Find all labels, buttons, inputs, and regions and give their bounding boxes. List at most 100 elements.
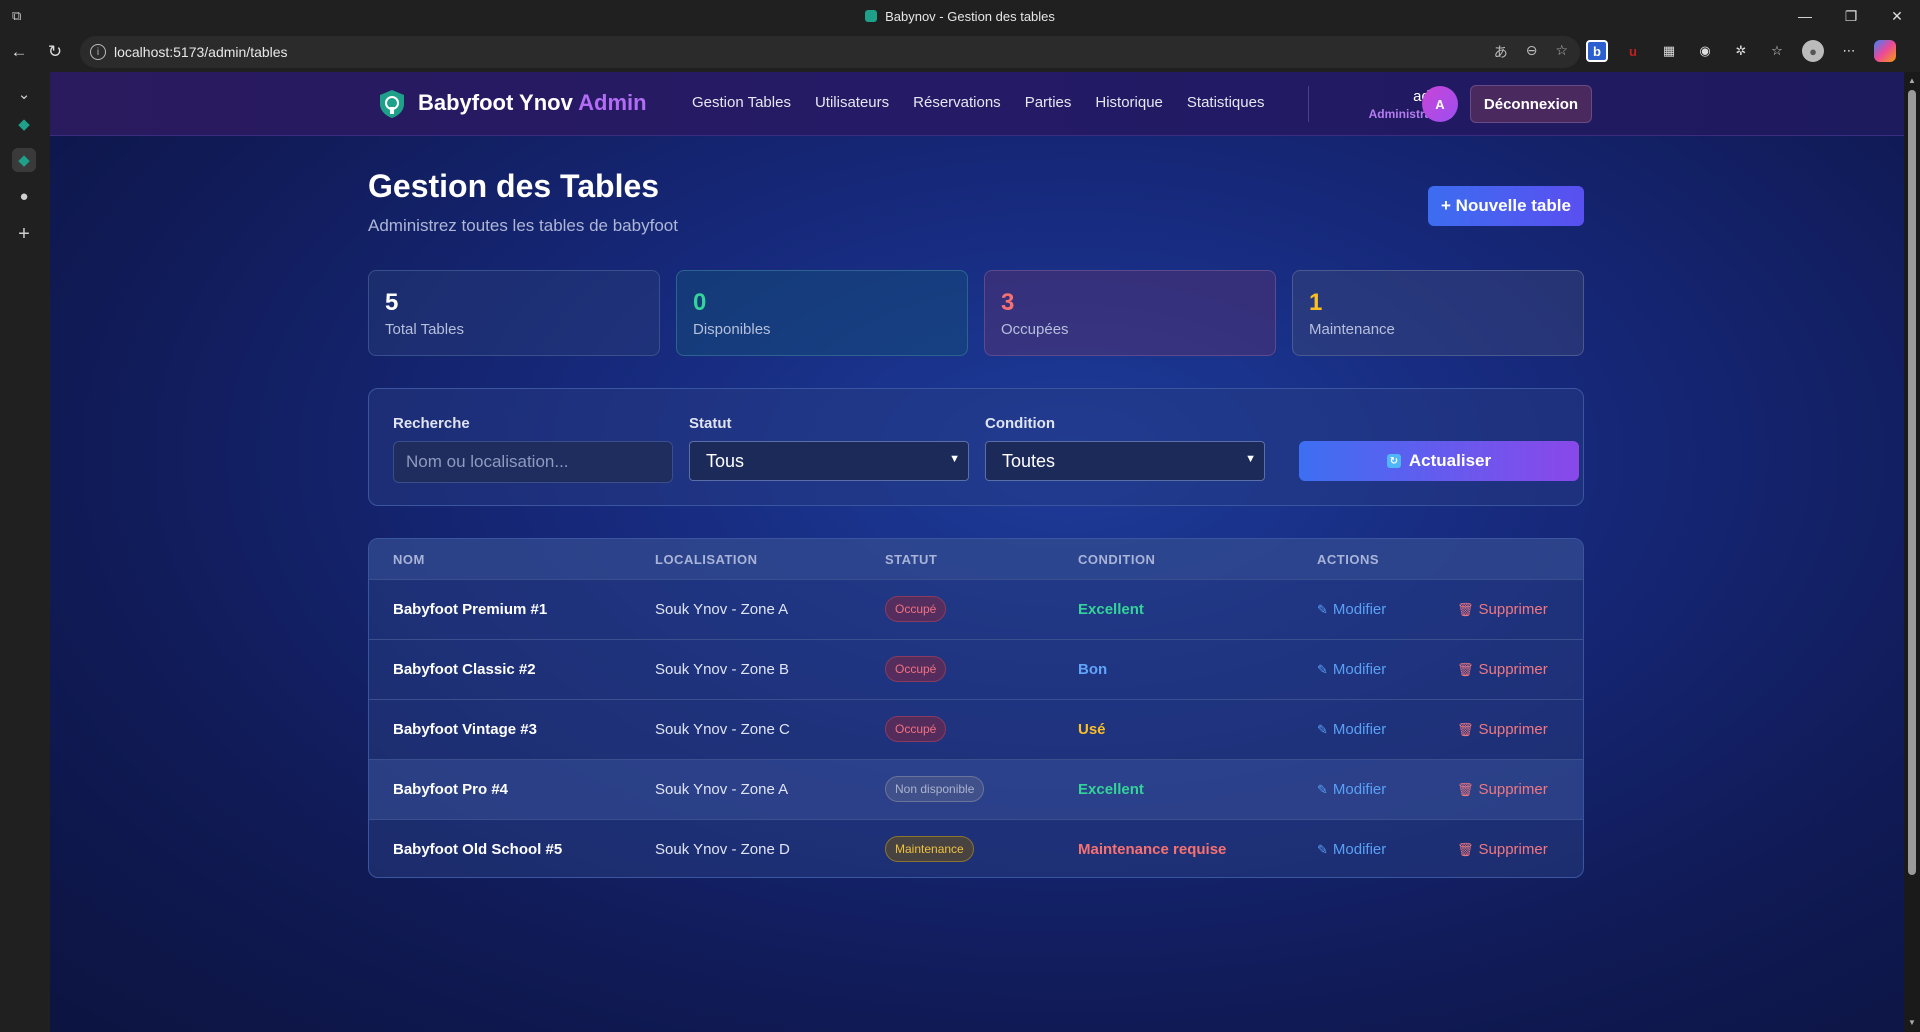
table-row[interactable]: Babyfoot Old School #5 Souk Ynov - Zone … [369, 819, 1583, 877]
browser-sidebar: ⌄ ◆ ◆ ● + [0, 72, 50, 1032]
tables-table: NOM LOCALISATION STATUT CONDITION ACTION… [368, 538, 1584, 878]
delete-label: Supprimer [1478, 601, 1548, 618]
brand-accent-text: Admin [578, 90, 647, 115]
extension-icon[interactable]: ▦ [1658, 40, 1680, 62]
nav-parties[interactable]: Parties [1025, 94, 1072, 111]
nav-statistiques[interactable]: Statistiques [1187, 94, 1265, 111]
stat-value: 0 [693, 289, 707, 316]
delete-button[interactable]: 🗑 Supprimer [1457, 781, 1548, 798]
delete-label: Supprimer [1478, 661, 1548, 678]
tab-favicon-icon [865, 10, 878, 22]
edit-button[interactable]: ✎ Modifier [1317, 721, 1386, 738]
page-scrollbar[interactable]: ▲ ▼ [1904, 72, 1920, 1032]
scrollbar-thumb[interactable] [1908, 90, 1916, 875]
edit-button[interactable]: ✎ Modifier [1317, 841, 1386, 858]
nav-gestion-tables[interactable]: Gestion Tables [692, 94, 791, 111]
copilot-icon[interactable] [1874, 40, 1896, 62]
stat-card-available: 0 Disponibles [676, 270, 968, 356]
pencil-icon: ✎ [1317, 841, 1328, 857]
nav-reservations[interactable]: Réservations [913, 94, 1001, 111]
back-icon[interactable]: ← [8, 41, 30, 63]
edit-button[interactable]: ✎ Modifier [1317, 601, 1386, 618]
cell-condition: Maintenance requise [1078, 841, 1227, 858]
new-table-button[interactable]: + Nouvelle table [1428, 186, 1584, 226]
reload-icon[interactable]: ↻ [44, 41, 66, 63]
status-select[interactable]: Tous ▼ [689, 441, 969, 481]
favorite-star-icon[interactable]: ☆ [1555, 42, 1568, 62]
app-tab-icon[interactable]: ◆ [12, 112, 36, 136]
pencil-icon: ✎ [1317, 601, 1328, 617]
cell-name: Babyfoot Premium #1 [393, 601, 548, 618]
delete-button[interactable]: 🗑 Supprimer [1457, 721, 1548, 738]
address-bar[interactable]: i localhost:5173/admin/tables あ ⊖ ☆ [80, 36, 1580, 68]
cell-location: Souk Ynov - Zone C [655, 721, 790, 738]
avatar[interactable]: A [1422, 86, 1458, 122]
close-icon[interactable]: ✕ [1874, 0, 1920, 32]
bitwarden-icon[interactable]: b [1586, 40, 1608, 62]
table-row[interactable]: Babyfoot Classic #2 Souk Ynov - Zone B O… [369, 639, 1583, 699]
col-header-nom: NOM [393, 552, 425, 567]
delete-label: Supprimer [1478, 721, 1548, 738]
minimize-icon[interactable]: — [1782, 0, 1828, 32]
stat-label: Disponibles [693, 321, 771, 338]
more-icon[interactable]: ⋯ [1838, 40, 1860, 62]
active-tab-icon[interactable]: ◆ [12, 148, 36, 172]
pencil-icon: ✎ [1317, 721, 1328, 737]
reader-icon[interactable]: ⊖ [1526, 42, 1538, 62]
table-header: NOM LOCALISATION STATUT CONDITION ACTION… [369, 539, 1583, 579]
collections-icon[interactable]: ☆ [1766, 40, 1788, 62]
delete-button[interactable]: 🗑 Supprimer [1457, 841, 1548, 858]
window-title: Babynov - Gestion des tables [0, 0, 1920, 32]
logout-button[interactable]: Déconnexion [1470, 85, 1592, 123]
url-text: localhost:5173/admin/tables [114, 44, 288, 60]
refresh-button-label: Actualiser [1408, 451, 1492, 470]
restore-icon[interactable]: ❐ [1828, 0, 1874, 32]
new-tab-plus-icon[interactable]: + [12, 222, 36, 246]
nav-utilisateurs[interactable]: Utilisateurs [815, 94, 889, 111]
site-info-icon[interactable]: i [90, 44, 106, 60]
scroll-up-icon[interactable]: ▲ [1907, 76, 1917, 86]
edit-label: Modifier [1332, 661, 1387, 678]
table-row[interactable]: Babyfoot Premium #1 Souk Ynov - Zone A O… [369, 579, 1583, 639]
main-nav: Gestion Tables Utilisateurs Réservations… [692, 94, 1264, 111]
pencil-icon: ✎ [1317, 781, 1328, 797]
nav-historique[interactable]: Historique [1095, 94, 1163, 111]
refresh-button[interactable]: ↻ Actualiser [1299, 441, 1579, 481]
trash-icon: 🗑 [1457, 781, 1474, 797]
ublock-icon[interactable]: u [1622, 40, 1644, 62]
chevron-down-icon[interactable]: ⌄ [12, 82, 36, 106]
condition-select[interactable]: Toutes ▼ [985, 441, 1265, 481]
chevron-down-icon: ▼ [1245, 453, 1256, 465]
scroll-down-icon[interactable]: ▼ [1907, 1018, 1917, 1028]
stat-label: Maintenance [1309, 321, 1395, 338]
gamepad-icon[interactable]: ◉ [1694, 40, 1716, 62]
brand-title[interactable]: Babyfoot Ynov Admin [418, 90, 647, 116]
delete-button[interactable]: 🗑 Supprimer [1457, 661, 1548, 678]
stat-value: 3 [1001, 289, 1015, 316]
cell-condition: Excellent [1078, 601, 1144, 618]
puzzle-icon[interactable]: ✲ [1730, 40, 1752, 62]
window-title-text: Babynov - Gestion des tables [885, 8, 1055, 24]
table-row[interactable]: Babyfoot Vintage #3 Souk Ynov - Zone C O… [369, 699, 1583, 759]
search-input[interactable]: Nom ou localisation... [393, 441, 673, 483]
stat-card-occupied: 3 Occupées [984, 270, 1276, 356]
profile-icon[interactable]: ● [1802, 40, 1824, 62]
status-badge: Occupé [885, 716, 947, 742]
github-icon[interactable]: ● [12, 184, 36, 208]
stat-card-total: 5 Total Tables [368, 270, 660, 356]
col-header-localisation: LOCALISATION [655, 552, 758, 567]
page-subtitle: Administrez toutes les tables de babyfoo… [368, 216, 678, 235]
cell-condition: Excellent [1078, 781, 1144, 798]
trash-icon: 🗑 [1457, 661, 1474, 677]
edit-button[interactable]: ✎ Modifier [1317, 661, 1386, 678]
translate-icon[interactable]: あ [1494, 42, 1508, 62]
table-row[interactable]: Babyfoot Pro #4 Souk Ynov - Zone A Non d… [369, 759, 1583, 819]
app-header: Babyfoot Ynov Admin Gestion Tables Utili… [50, 72, 1904, 136]
cell-condition: Usé [1078, 721, 1106, 738]
delete-button[interactable]: 🗑 Supprimer [1457, 601, 1548, 618]
chevron-down-icon: ▼ [949, 453, 960, 465]
shield-logo-icon[interactable] [378, 89, 406, 119]
cell-name: Babyfoot Classic #2 [393, 661, 536, 678]
edit-label: Modifier [1332, 841, 1387, 858]
edit-button[interactable]: ✎ Modifier [1317, 781, 1386, 798]
